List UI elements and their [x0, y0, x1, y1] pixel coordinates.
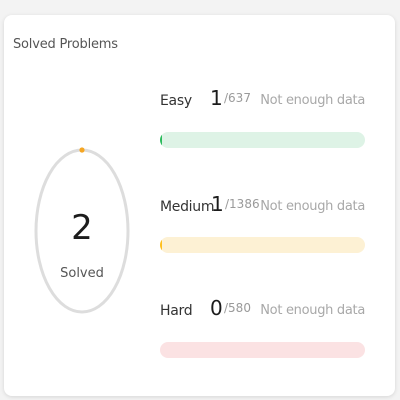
difficulty-note: Not enough data [260, 199, 365, 214]
difficulty-note: Not enough data [260, 303, 365, 318]
difficulty-solved-count: 1 [210, 86, 223, 110]
difficulty-name: Medium [160, 199, 215, 215]
difficulty-total: /580 [224, 301, 251, 315]
difficulty-total: /1386 [225, 197, 260, 211]
difficulty-solved-count: 0 [210, 296, 223, 320]
card-title: Solved Problems [13, 37, 118, 52]
difficulty-progress-bar [160, 342, 365, 358]
difficulty-name: Hard [160, 303, 193, 319]
difficulty-name: Easy [160, 93, 192, 109]
progress-ring-marker [79, 147, 85, 153]
difficulty-progress-fill [160, 237, 162, 253]
difficulty-progress-fill [160, 132, 162, 148]
solved-progress-ring: 2 Solved [33, 145, 131, 315]
solved-count: 2 [71, 208, 93, 248]
solved-label: Solved [60, 266, 104, 281]
difficulty-progress-bar [160, 237, 365, 253]
difficulty-total: /637 [224, 91, 251, 105]
difficulty-note: Not enough data [260, 93, 365, 108]
difficulty-progress-bar [160, 132, 365, 148]
difficulty-solved-count: 1 [211, 192, 224, 216]
